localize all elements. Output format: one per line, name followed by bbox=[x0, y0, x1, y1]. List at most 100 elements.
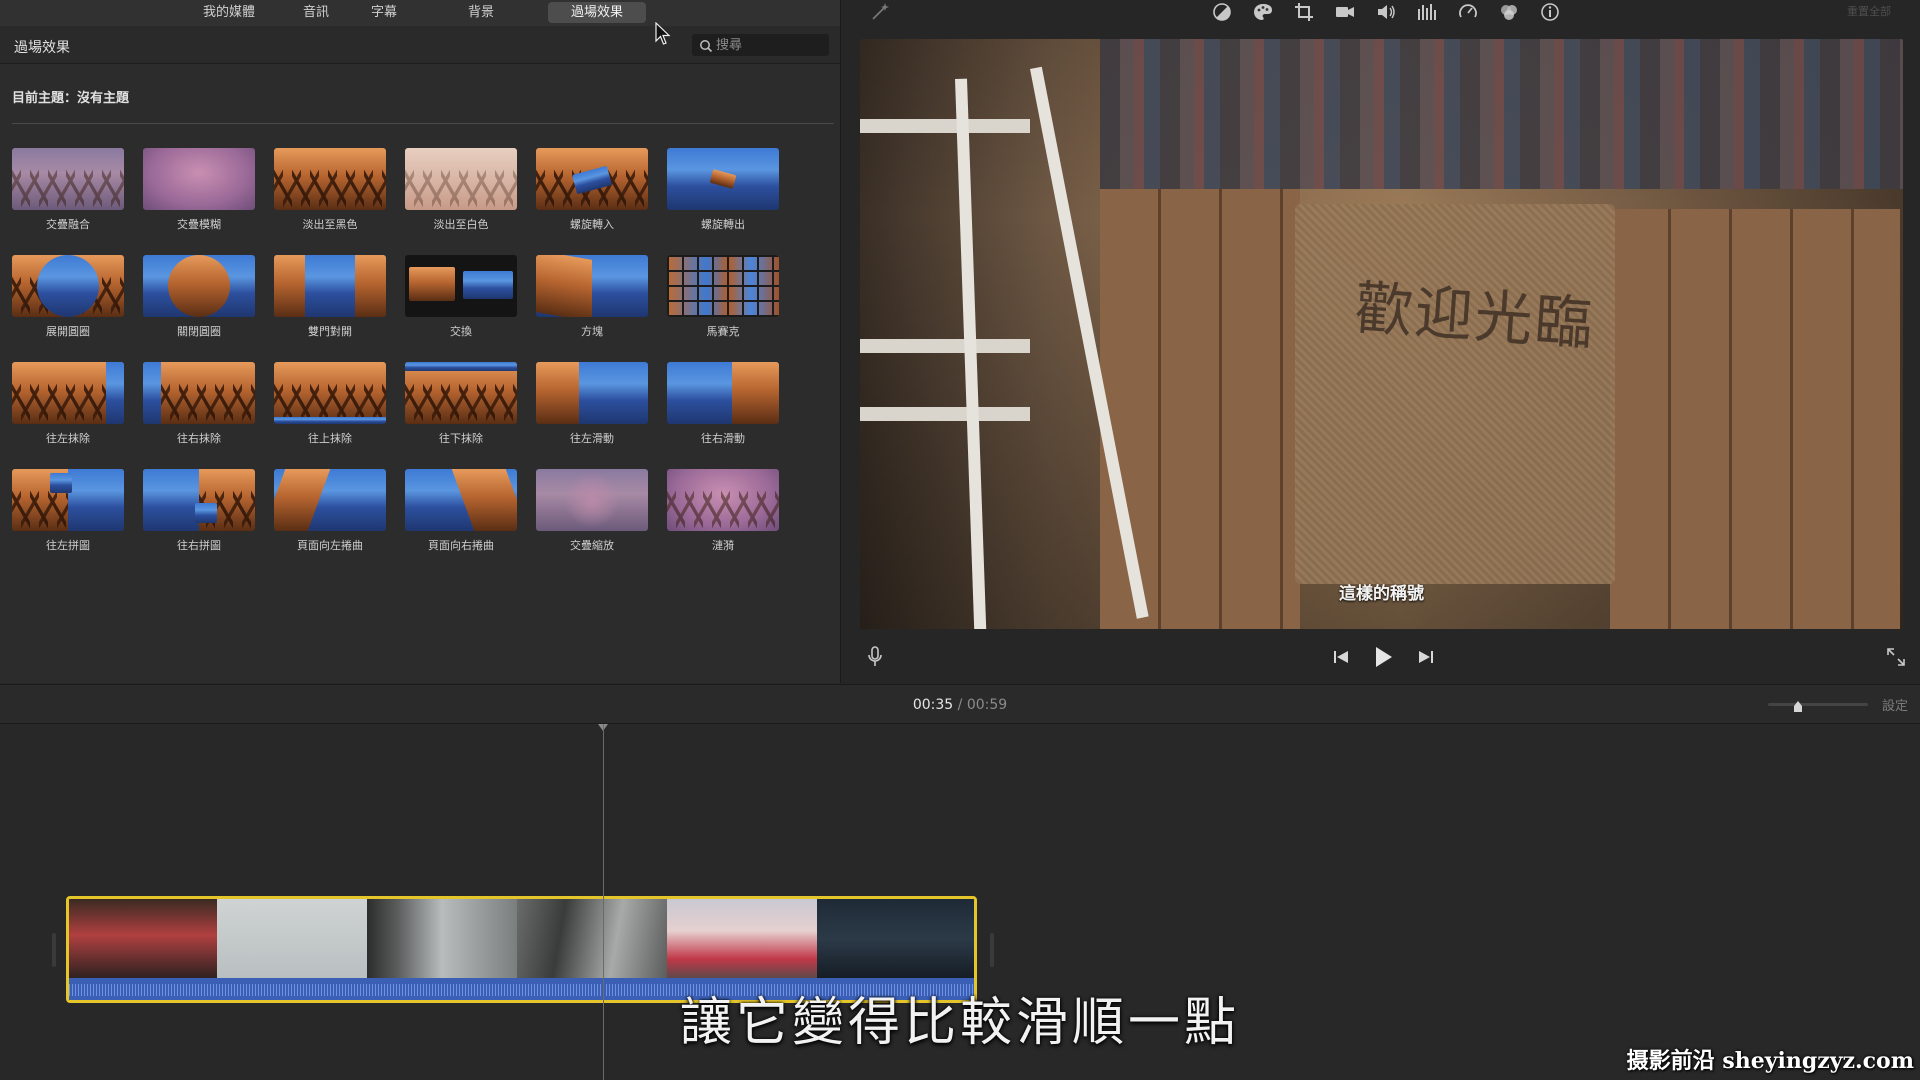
media-browser: 我的媒體 音訊 字幕 背景 過場效果 過場效果 目前主題：沒有主題 交疊融合 bbox=[0, 0, 840, 683]
transition-label: 頁面向左捲曲 bbox=[297, 539, 363, 552]
speed-icon[interactable] bbox=[1457, 1, 1479, 23]
transition-label: 交換 bbox=[450, 325, 472, 338]
clip-trim-handle-left[interactable] bbox=[52, 933, 56, 967]
transition-thumbnail bbox=[274, 469, 386, 531]
transition-tile[interactable]: 漣漪 bbox=[667, 469, 779, 552]
playback-controls bbox=[1331, 645, 1451, 669]
skip-forward-icon[interactable] bbox=[1416, 648, 1436, 670]
transition-label: 螺旋轉出 bbox=[701, 218, 745, 231]
reset-all-button[interactable]: 重置全部 bbox=[1847, 3, 1891, 19]
transition-thumbnail bbox=[405, 362, 517, 424]
filter-icon[interactable] bbox=[1498, 1, 1520, 23]
transition-thumbnail bbox=[143, 148, 255, 210]
transition-tile[interactable]: 往右拼圖 bbox=[143, 469, 255, 552]
transition-tile[interactable]: 往右滑動 bbox=[667, 362, 779, 445]
transition-tile[interactable]: 方塊 bbox=[536, 255, 648, 338]
transition-label: 方塊 bbox=[581, 325, 603, 338]
transition-tile[interactable]: 交疊縮放 bbox=[536, 469, 648, 552]
fullscreen-icon[interactable] bbox=[1885, 646, 1907, 672]
transition-label: 淡出至白色 bbox=[433, 218, 489, 231]
transition-tile[interactable]: 螺旋轉入 bbox=[536, 148, 648, 231]
tab-transitions[interactable]: 過場效果 bbox=[548, 2, 646, 23]
transition-tile[interactable]: 往左拼圖 bbox=[12, 469, 124, 552]
stabilization-icon[interactable] bbox=[1334, 1, 1356, 23]
transition-label: 往右抹除 bbox=[177, 432, 221, 445]
mouse-cursor bbox=[655, 21, 671, 50]
transition-label: 往左滑動 bbox=[570, 432, 614, 445]
tab-backgrounds[interactable]: 背景 bbox=[461, 2, 501, 23]
white-shelf bbox=[860, 339, 1030, 353]
equalizer-icon[interactable] bbox=[1416, 1, 1438, 23]
transition-tile[interactable]: 交換 bbox=[405, 255, 517, 338]
tab-audio[interactable]: 音訊 bbox=[296, 2, 336, 23]
transition-tile[interactable]: 雙門對開 bbox=[274, 255, 386, 338]
white-shelf bbox=[860, 119, 1030, 133]
color-balance-icon[interactable] bbox=[1211, 1, 1233, 23]
transition-label: 交疊縮放 bbox=[570, 539, 614, 552]
transition-label: 交疊融合 bbox=[46, 218, 90, 231]
zoom-slider-knob[interactable] bbox=[1792, 697, 1804, 712]
total-time: 00:59 bbox=[966, 697, 1008, 713]
transition-tile[interactable]: 往右抹除 bbox=[143, 362, 255, 445]
transition-tile[interactable]: 馬賽克 bbox=[667, 255, 779, 338]
transition-thumbnail bbox=[405, 469, 517, 531]
info-icon[interactable] bbox=[1539, 1, 1561, 23]
skip-back-icon[interactable] bbox=[1331, 648, 1351, 670]
volume-icon[interactable] bbox=[1375, 1, 1397, 23]
clip-frame bbox=[667, 899, 817, 979]
current-theme-label: 目前主題：沒有主題 bbox=[12, 91, 130, 106]
transition-thumbnail bbox=[405, 148, 517, 210]
transition-thumbnail bbox=[12, 362, 124, 424]
search-field[interactable] bbox=[692, 34, 829, 56]
transition-tile[interactable]: 往左抹除 bbox=[12, 362, 124, 445]
transition-label: 螺旋轉入 bbox=[570, 218, 614, 231]
transition-thumbnail bbox=[274, 148, 386, 210]
transition-label: 往右滑動 bbox=[701, 432, 745, 445]
transition-tile[interactable]: 往上抹除 bbox=[274, 362, 386, 445]
transition-tile[interactable]: 往下抹除 bbox=[405, 362, 517, 445]
transition-thumbnail bbox=[536, 148, 648, 210]
watermark: 摄影前沿 sheyingzyz.com bbox=[1626, 1048, 1914, 1074]
transition-thumbnail bbox=[12, 469, 124, 531]
transition-tile[interactable]: 交疊融合 bbox=[12, 148, 124, 231]
tab-titles[interactable]: 字幕 bbox=[364, 2, 404, 23]
transition-thumbnail bbox=[667, 362, 779, 424]
transition-tile[interactable]: 頁面向左捲曲 bbox=[274, 469, 386, 552]
transition-label: 馬賽克 bbox=[706, 325, 740, 338]
zoom-slider-track[interactable] bbox=[1768, 703, 1868, 706]
transition-tile[interactable]: 展開圓圈 bbox=[12, 255, 124, 338]
search-input[interactable] bbox=[716, 36, 824, 54]
transition-tile[interactable]: 螺旋轉出 bbox=[667, 148, 779, 231]
transition-tile[interactable]: 頁面向右捲曲 bbox=[405, 469, 517, 552]
transition-thumbnail bbox=[274, 255, 386, 317]
settings-button[interactable]: 設定 bbox=[1882, 695, 1908, 714]
timecode: 00:35 / 00:59 bbox=[0, 697, 1920, 713]
burlap-sign bbox=[1295, 204, 1615, 584]
transition-label: 往右拼圖 bbox=[177, 539, 221, 552]
transition-tile[interactable]: 往左滑動 bbox=[536, 362, 648, 445]
transition-label: 淡出至黑色 bbox=[302, 218, 358, 231]
transition-tile[interactable]: 關閉圓圈 bbox=[143, 255, 255, 338]
browser-header: 過場效果 bbox=[0, 26, 840, 64]
magic-wand-icon[interactable] bbox=[869, 1, 891, 23]
transition-tile[interactable]: 交疊模糊 bbox=[143, 148, 255, 231]
play-icon[interactable] bbox=[1371, 645, 1395, 673]
clip-frame bbox=[217, 899, 367, 979]
transition-thumbnail bbox=[12, 148, 124, 210]
tab-my-media[interactable]: 我的媒體 bbox=[196, 2, 262, 23]
timeline-header: 00:35 / 00:59 設定 bbox=[0, 684, 1920, 724]
browser-tabs: 我的媒體 音訊 字幕 背景 過場效果 bbox=[0, 0, 840, 26]
transition-tile[interactable]: 淡出至黑色 bbox=[274, 148, 386, 231]
browser-title: 過場效果 bbox=[14, 40, 70, 56]
crop-icon[interactable] bbox=[1293, 1, 1315, 23]
transition-label: 交疊模糊 bbox=[177, 218, 221, 231]
ladder bbox=[955, 78, 987, 629]
transition-tile[interactable]: 淡出至白色 bbox=[405, 148, 517, 231]
color-correction-icon[interactable] bbox=[1252, 1, 1274, 23]
clip-frame bbox=[367, 899, 517, 979]
transition-label: 關閉圓圈 bbox=[177, 325, 221, 338]
microphone-icon[interactable] bbox=[866, 645, 884, 673]
clip-trim-handle-right[interactable] bbox=[990, 933, 994, 967]
video-subtitle: 這樣的稱號 bbox=[1339, 584, 1424, 604]
transition-label: 往左抹除 bbox=[46, 432, 90, 445]
